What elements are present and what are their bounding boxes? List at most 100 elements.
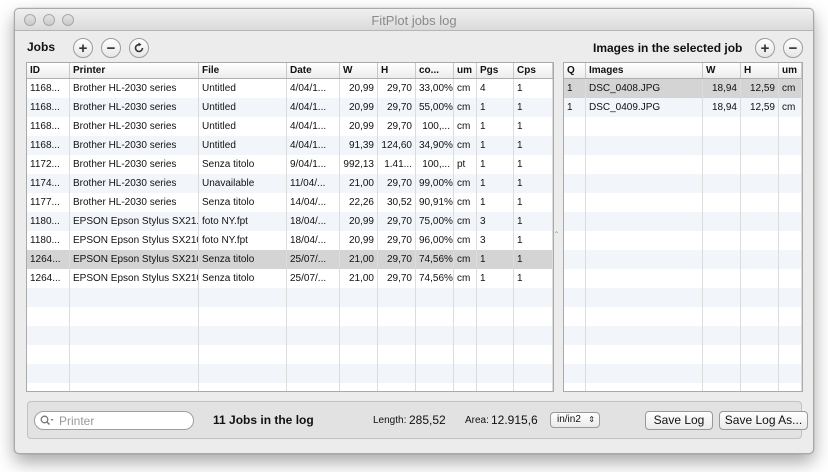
table-cell: 100,... bbox=[416, 155, 454, 174]
table-cell bbox=[586, 231, 703, 250]
table-cell bbox=[454, 307, 477, 326]
refresh-button[interactable] bbox=[129, 38, 149, 58]
table-cell bbox=[703, 345, 741, 364]
save-log-button[interactable]: Save Log bbox=[645, 411, 713, 430]
popup-arrows-icon: ⇕ bbox=[588, 415, 595, 424]
table-cell bbox=[70, 326, 199, 345]
add-job-button[interactable]: + bbox=[73, 38, 93, 58]
jobs-column-header[interactable]: Date bbox=[287, 63, 340, 78]
table-cell bbox=[779, 364, 802, 383]
table-cell: cm bbox=[454, 212, 477, 231]
table-row[interactable]: 1174... Brother HL-2030 series Unavailable… bbox=[27, 174, 553, 193]
table-cell: 18/04/... bbox=[287, 231, 340, 250]
table-cell bbox=[378, 345, 416, 364]
table-cell bbox=[741, 136, 779, 155]
printer-search-input[interactable] bbox=[34, 411, 194, 430]
table-cell bbox=[703, 117, 741, 136]
images-table[interactable]: Q Images W Hum 1 DSC_0408.JPG 18,94 12,59 cm 1 DS… bbox=[563, 62, 803, 392]
table-cell bbox=[454, 383, 477, 391]
images-column-header[interactable]: W bbox=[703, 63, 741, 78]
jobs-column-header[interactable]: Printer bbox=[70, 63, 199, 78]
table-row[interactable]: 1180... EPSON Epson Stylus SX21... foto NY… bbox=[27, 212, 553, 231]
table-cell bbox=[703, 326, 741, 345]
table-row[interactable]: 1168... Brother HL-2030 series Untitled 4/0… bbox=[27, 79, 553, 98]
jobs-table[interactable]: ID Printer File Date W Hco... um Pgs Cps 1168...… bbox=[26, 62, 554, 392]
table-row[interactable]: 1168... Brother HL-2030 series Untitled 4/0… bbox=[27, 98, 553, 117]
table-cell: 1 bbox=[514, 98, 553, 117]
table-row[interactable]: 1264... EPSON Epson Stylus SX210 Senza tit… bbox=[27, 250, 553, 269]
table-cell bbox=[514, 326, 553, 345]
table-row[interactable]: 1 DSC_0408.JPG 18,94 12,59 cm bbox=[564, 79, 802, 98]
table-cell bbox=[416, 326, 454, 345]
table-cell bbox=[454, 326, 477, 345]
table-cell: 1 bbox=[564, 98, 586, 117]
table-cell: 3 bbox=[477, 231, 514, 250]
remove-job-button[interactable]: − bbox=[101, 38, 121, 58]
table-cell: 20,99 bbox=[340, 231, 378, 250]
table-cell bbox=[703, 269, 741, 288]
empty-table-row bbox=[27, 364, 553, 383]
table-cell: 4/04/1... bbox=[287, 117, 340, 136]
table-cell: 30,52 bbox=[378, 193, 416, 212]
table-cell bbox=[779, 231, 802, 250]
table-cell bbox=[741, 307, 779, 326]
table-cell: cm bbox=[454, 269, 477, 288]
table-cell bbox=[741, 364, 779, 383]
table-cell bbox=[564, 326, 586, 345]
table-cell bbox=[779, 155, 802, 174]
table-cell: Brother HL-2030 series bbox=[70, 98, 199, 117]
table-cell: 1168... bbox=[27, 79, 70, 98]
table-cell bbox=[564, 174, 586, 193]
table-cell bbox=[741, 212, 779, 231]
table-cell bbox=[287, 383, 340, 391]
jobs-column-header[interactable]: Pgs bbox=[477, 63, 514, 78]
table-row[interactable]: 1180... EPSON Epson Stylus SX210 foto NY.f… bbox=[27, 231, 553, 250]
table-cell: 1 bbox=[514, 136, 553, 155]
table-cell bbox=[287, 364, 340, 383]
table-cell: cm bbox=[454, 79, 477, 98]
splitter-handle-icon[interactable]: ‸ bbox=[555, 223, 558, 234]
table-cell: 29,70 bbox=[378, 117, 416, 136]
table-cell: foto NY.fpt bbox=[199, 231, 287, 250]
empty-table-row bbox=[564, 117, 802, 136]
table-cell bbox=[586, 212, 703, 231]
table-cell: Unavailable bbox=[199, 174, 287, 193]
table-cell: 29,70 bbox=[378, 231, 416, 250]
table-cell: Senza titolo bbox=[199, 269, 287, 288]
table-cell: foto NY.fpt bbox=[199, 212, 287, 231]
jobs-column-header[interactable]: co... bbox=[416, 63, 454, 78]
jobs-column-header[interactable]: ID bbox=[27, 63, 70, 78]
jobs-column-header[interactable]: File bbox=[199, 63, 287, 78]
table-row[interactable]: 1168... Brother HL-2030 series Untitled 4/0… bbox=[27, 136, 553, 155]
table-cell bbox=[564, 250, 586, 269]
unit-popup[interactable]: in/in2 ⇕ bbox=[550, 412, 600, 428]
images-column-header[interactable]: Q bbox=[564, 63, 586, 78]
table-cell bbox=[564, 136, 586, 155]
table-row[interactable]: 1264... EPSON Epson Stylus SX210 Senza tit… bbox=[27, 269, 553, 288]
empty-table-row bbox=[564, 174, 802, 193]
table-cell: 20,99 bbox=[340, 79, 378, 98]
table-cell: 1264... bbox=[27, 250, 70, 269]
empty-table-row bbox=[564, 364, 802, 383]
jobs-column-header[interactable]: Cps bbox=[514, 63, 553, 78]
images-column-header[interactable]: H bbox=[741, 63, 779, 78]
table-cell bbox=[378, 326, 416, 345]
add-image-button[interactable]: + bbox=[755, 38, 775, 58]
table-cell: 1168... bbox=[27, 136, 70, 155]
table-cell bbox=[779, 212, 802, 231]
images-column-header[interactable]: um bbox=[779, 63, 802, 78]
table-row[interactable]: 1172... Brother HL-2030 series Senza titol… bbox=[27, 155, 553, 174]
images-column-header[interactable]: Images bbox=[586, 63, 703, 78]
jobs-column-header[interactable]: W bbox=[340, 63, 378, 78]
remove-image-button[interactable]: − bbox=[783, 38, 803, 58]
table-cell bbox=[586, 307, 703, 326]
table-cell: 1 bbox=[564, 79, 586, 98]
table-row[interactable]: 1177... Brother HL-2030 series Senza titol… bbox=[27, 193, 553, 212]
jobs-column-header[interactable]: H bbox=[378, 63, 416, 78]
table-cell: Brother HL-2030 series bbox=[70, 79, 199, 98]
jobs-column-header[interactable]: um bbox=[454, 63, 477, 78]
table-row[interactable]: 1 DSC_0409.JPG 18,94 12,59 cm bbox=[564, 98, 802, 117]
table-row[interactable]: 1168... Brother HL-2030 series Untitled 4/0… bbox=[27, 117, 553, 136]
table-cell bbox=[586, 364, 703, 383]
save-log-as-button[interactable]: Save Log As... bbox=[719, 411, 808, 430]
